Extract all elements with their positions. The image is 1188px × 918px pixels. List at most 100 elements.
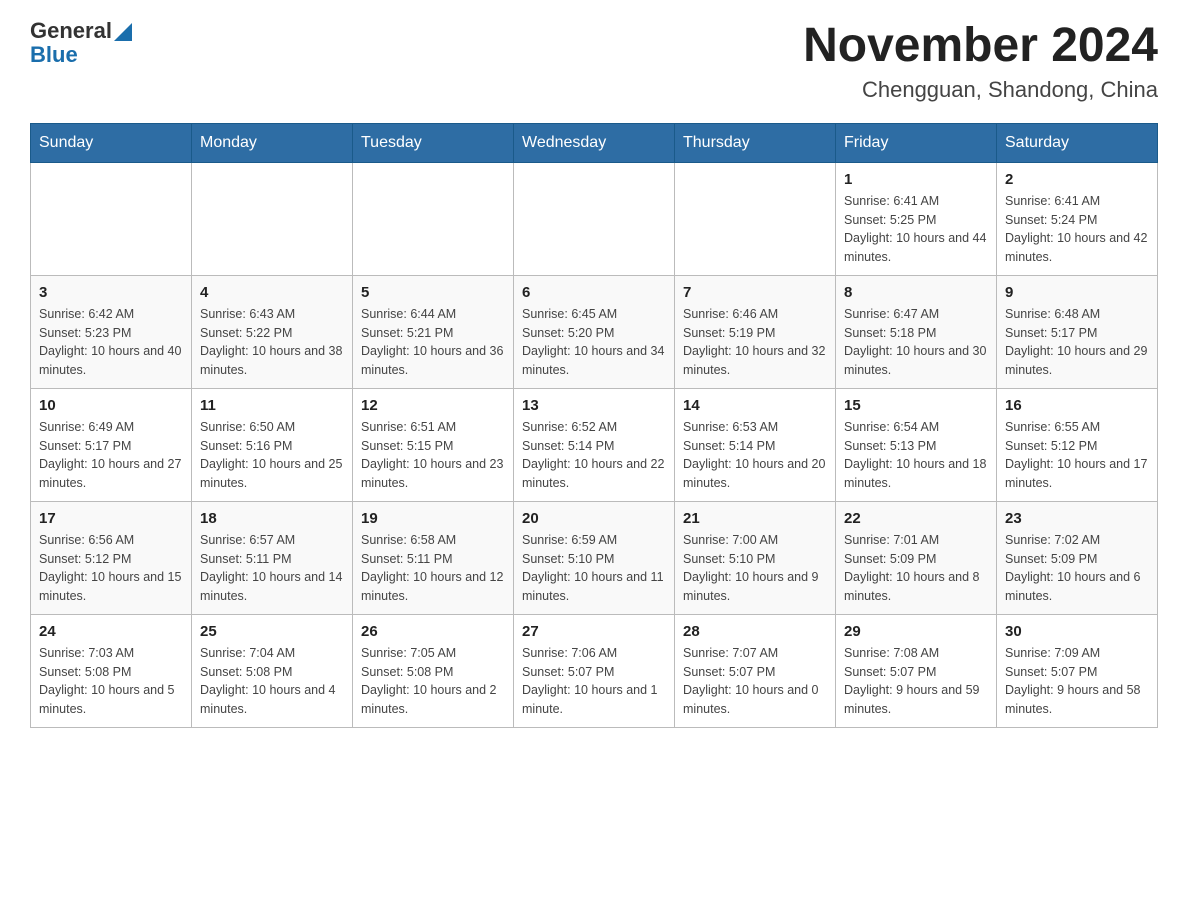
day-info: Sunrise: 6:53 AM Sunset: 5:14 PM Dayligh… [683, 418, 827, 493]
day-number: 24 [39, 623, 183, 640]
calendar-cell [192, 162, 353, 275]
col-thursday: Thursday [675, 123, 836, 162]
day-info: Sunrise: 7:00 AM Sunset: 5:10 PM Dayligh… [683, 531, 827, 606]
calendar-cell: 1Sunrise: 6:41 AM Sunset: 5:25 PM Daylig… [836, 162, 997, 275]
calendar-cell [31, 162, 192, 275]
day-number: 18 [200, 510, 344, 527]
day-number: 5 [361, 284, 505, 301]
day-number: 4 [200, 284, 344, 301]
calendar-cell: 21Sunrise: 7:00 AM Sunset: 5:10 PM Dayli… [675, 501, 836, 614]
day-number: 17 [39, 510, 183, 527]
day-number: 12 [361, 397, 505, 414]
day-number: 22 [844, 510, 988, 527]
col-monday: Monday [192, 123, 353, 162]
day-info: Sunrise: 7:02 AM Sunset: 5:09 PM Dayligh… [1005, 531, 1149, 606]
logo-blue-text: Blue [30, 44, 132, 66]
col-saturday: Saturday [997, 123, 1158, 162]
week-row-2: 3 Sunrise: 6:42 AM Sunset: 5:23 PM Daylig… [31, 275, 1158, 388]
calendar-cell: 8 Sunrise: 6:47 AM Sunset: 5:18 PM Daylig… [836, 275, 997, 388]
day-number: 23 [1005, 510, 1149, 527]
week-row-1: 1Sunrise: 6:41 AM Sunset: 5:25 PM Daylig… [31, 162, 1158, 275]
week-row-5: 24 Sunrise: 7:03 AM Sunset: 5:08 PM Dayli… [31, 614, 1158, 727]
calendar-cell: 19 Sunrise: 6:58 AM Sunset: 5:11 PM Dayli… [353, 501, 514, 614]
day-number: 8 [844, 284, 988, 301]
day-info: Sunrise: 6:45 AM Sunset: 5:20 PM Dayligh… [522, 305, 666, 380]
day-number: 27 [522, 623, 666, 640]
day-info: Sunrise: 6:56 AM Sunset: 5:12 PM Dayligh… [39, 531, 183, 606]
day-info: Sunrise: 7:08 AM Sunset: 5:07 PM Dayligh… [844, 644, 988, 719]
day-info: Sunrise: 6:59 AM Sunset: 5:10 PM Dayligh… [522, 531, 666, 606]
day-info: Sunrise: 6:43 AM Sunset: 5:22 PM Dayligh… [200, 305, 344, 380]
day-number: 3 [39, 284, 183, 301]
calendar-cell [353, 162, 514, 275]
day-number: 7 [683, 284, 827, 301]
col-tuesday: Tuesday [353, 123, 514, 162]
day-info: Sunrise: 6:41 AM Sunset: 5:24 PM Dayligh… [1005, 192, 1149, 267]
day-number: 15 [844, 397, 988, 414]
col-sunday: Sunday [31, 123, 192, 162]
day-info: Sunrise: 7:06 AM Sunset: 5:07 PM Dayligh… [522, 644, 666, 719]
day-number: 30 [1005, 623, 1149, 640]
calendar-cell: 26 Sunrise: 7:05 AM Sunset: 5:08 PM Dayli… [353, 614, 514, 727]
logo-general-text: General [30, 20, 112, 42]
week-row-3: 10 Sunrise: 6:49 AM Sunset: 5:17 PM Dayli… [31, 388, 1158, 501]
day-info: Sunrise: 6:58 AM Sunset: 5:11 PM Dayligh… [361, 531, 505, 606]
month-title: November 2024 [803, 20, 1158, 73]
day-number: 26 [361, 623, 505, 640]
calendar-header-row: Sunday Monday Tuesday Wednesday Thursday… [31, 123, 1158, 162]
day-info: Sunrise: 7:04 AM Sunset: 5:08 PM Dayligh… [200, 644, 344, 719]
calendar-cell: 2 Sunrise: 6:41 AM Sunset: 5:24 PM Daylig… [997, 162, 1158, 275]
calendar-cell: 5Sunrise: 6:44 AM Sunset: 5:21 PM Daylig… [353, 275, 514, 388]
day-info: Sunrise: 7:03 AM Sunset: 5:08 PM Dayligh… [39, 644, 183, 719]
day-info: Sunrise: 7:05 AM Sunset: 5:08 PM Dayligh… [361, 644, 505, 719]
col-wednesday: Wednesday [514, 123, 675, 162]
day-number: 10 [39, 397, 183, 414]
calendar-cell: 7 Sunrise: 6:46 AM Sunset: 5:19 PM Daylig… [675, 275, 836, 388]
day-info: Sunrise: 7:07 AM Sunset: 5:07 PM Dayligh… [683, 644, 827, 719]
calendar-cell: 29 Sunrise: 7:08 AM Sunset: 5:07 PM Dayli… [836, 614, 997, 727]
calendar-cell: 6 Sunrise: 6:45 AM Sunset: 5:20 PM Daylig… [514, 275, 675, 388]
day-info: Sunrise: 6:49 AM Sunset: 5:17 PM Dayligh… [39, 418, 183, 493]
calendar-cell: 3 Sunrise: 6:42 AM Sunset: 5:23 PM Daylig… [31, 275, 192, 388]
day-info: Sunrise: 6:55 AM Sunset: 5:12 PM Dayligh… [1005, 418, 1149, 493]
calendar-cell: 4 Sunrise: 6:43 AM Sunset: 5:22 PM Daylig… [192, 275, 353, 388]
day-number: 2 [1005, 171, 1149, 188]
day-number: 28 [683, 623, 827, 640]
day-number: 14 [683, 397, 827, 414]
calendar-cell: 27 Sunrise: 7:06 AM Sunset: 5:07 PM Dayli… [514, 614, 675, 727]
location-title: Chengguan, Shandong, China [803, 77, 1158, 103]
day-info: Sunrise: 6:52 AM Sunset: 5:14 PM Dayligh… [522, 418, 666, 493]
logo: General Blue [30, 20, 132, 66]
calendar-cell: 23 Sunrise: 7:02 AM Sunset: 5:09 PM Dayli… [997, 501, 1158, 614]
day-info: Sunrise: 6:50 AM Sunset: 5:16 PM Dayligh… [200, 418, 344, 493]
day-number: 29 [844, 623, 988, 640]
day-info: Sunrise: 6:46 AM Sunset: 5:19 PM Dayligh… [683, 305, 827, 380]
calendar-cell: 16 Sunrise: 6:55 AM Sunset: 5:12 PM Dayli… [997, 388, 1158, 501]
day-info: Sunrise: 6:54 AM Sunset: 5:13 PM Dayligh… [844, 418, 988, 493]
day-info: Sunrise: 6:57 AM Sunset: 5:11 PM Dayligh… [200, 531, 344, 606]
calendar-cell: 13 Sunrise: 6:52 AM Sunset: 5:14 PM Dayli… [514, 388, 675, 501]
day-info: Sunrise: 6:42 AM Sunset: 5:23 PM Dayligh… [39, 305, 183, 380]
day-info: Sunrise: 6:41 AM Sunset: 5:25 PM Dayligh… [844, 192, 988, 267]
calendar-table: Sunday Monday Tuesday Wednesday Thursday… [30, 123, 1158, 728]
calendar-cell: 20 Sunrise: 6:59 AM Sunset: 5:10 PM Dayli… [514, 501, 675, 614]
calendar-cell: 30Sunrise: 7:09 AM Sunset: 5:07 PM Dayli… [997, 614, 1158, 727]
calendar-cell: 15 Sunrise: 6:54 AM Sunset: 5:13 PM Dayli… [836, 388, 997, 501]
day-number: 16 [1005, 397, 1149, 414]
day-info: Sunrise: 6:48 AM Sunset: 5:17 PM Dayligh… [1005, 305, 1149, 380]
day-number: 6 [522, 284, 666, 301]
title-section: November 2024 Chengguan, Shandong, China [803, 20, 1158, 103]
calendar-cell: 24 Sunrise: 7:03 AM Sunset: 5:08 PM Dayli… [31, 614, 192, 727]
page-header: General Blue November 2024 Chengguan, Sh… [30, 20, 1158, 103]
day-info: Sunrise: 6:51 AM Sunset: 5:15 PM Dayligh… [361, 418, 505, 493]
day-number: 20 [522, 510, 666, 527]
calendar-cell: 9Sunrise: 6:48 AM Sunset: 5:17 PM Daylig… [997, 275, 1158, 388]
calendar-cell: 14 Sunrise: 6:53 AM Sunset: 5:14 PM Dayli… [675, 388, 836, 501]
calendar-cell [514, 162, 675, 275]
day-number: 13 [522, 397, 666, 414]
day-info: Sunrise: 6:47 AM Sunset: 5:18 PM Dayligh… [844, 305, 988, 380]
day-number: 19 [361, 510, 505, 527]
calendar-cell: 28 Sunrise: 7:07 AM Sunset: 5:07 PM Dayli… [675, 614, 836, 727]
calendar-cell: 22Sunrise: 7:01 AM Sunset: 5:09 PM Dayli… [836, 501, 997, 614]
calendar-cell [675, 162, 836, 275]
